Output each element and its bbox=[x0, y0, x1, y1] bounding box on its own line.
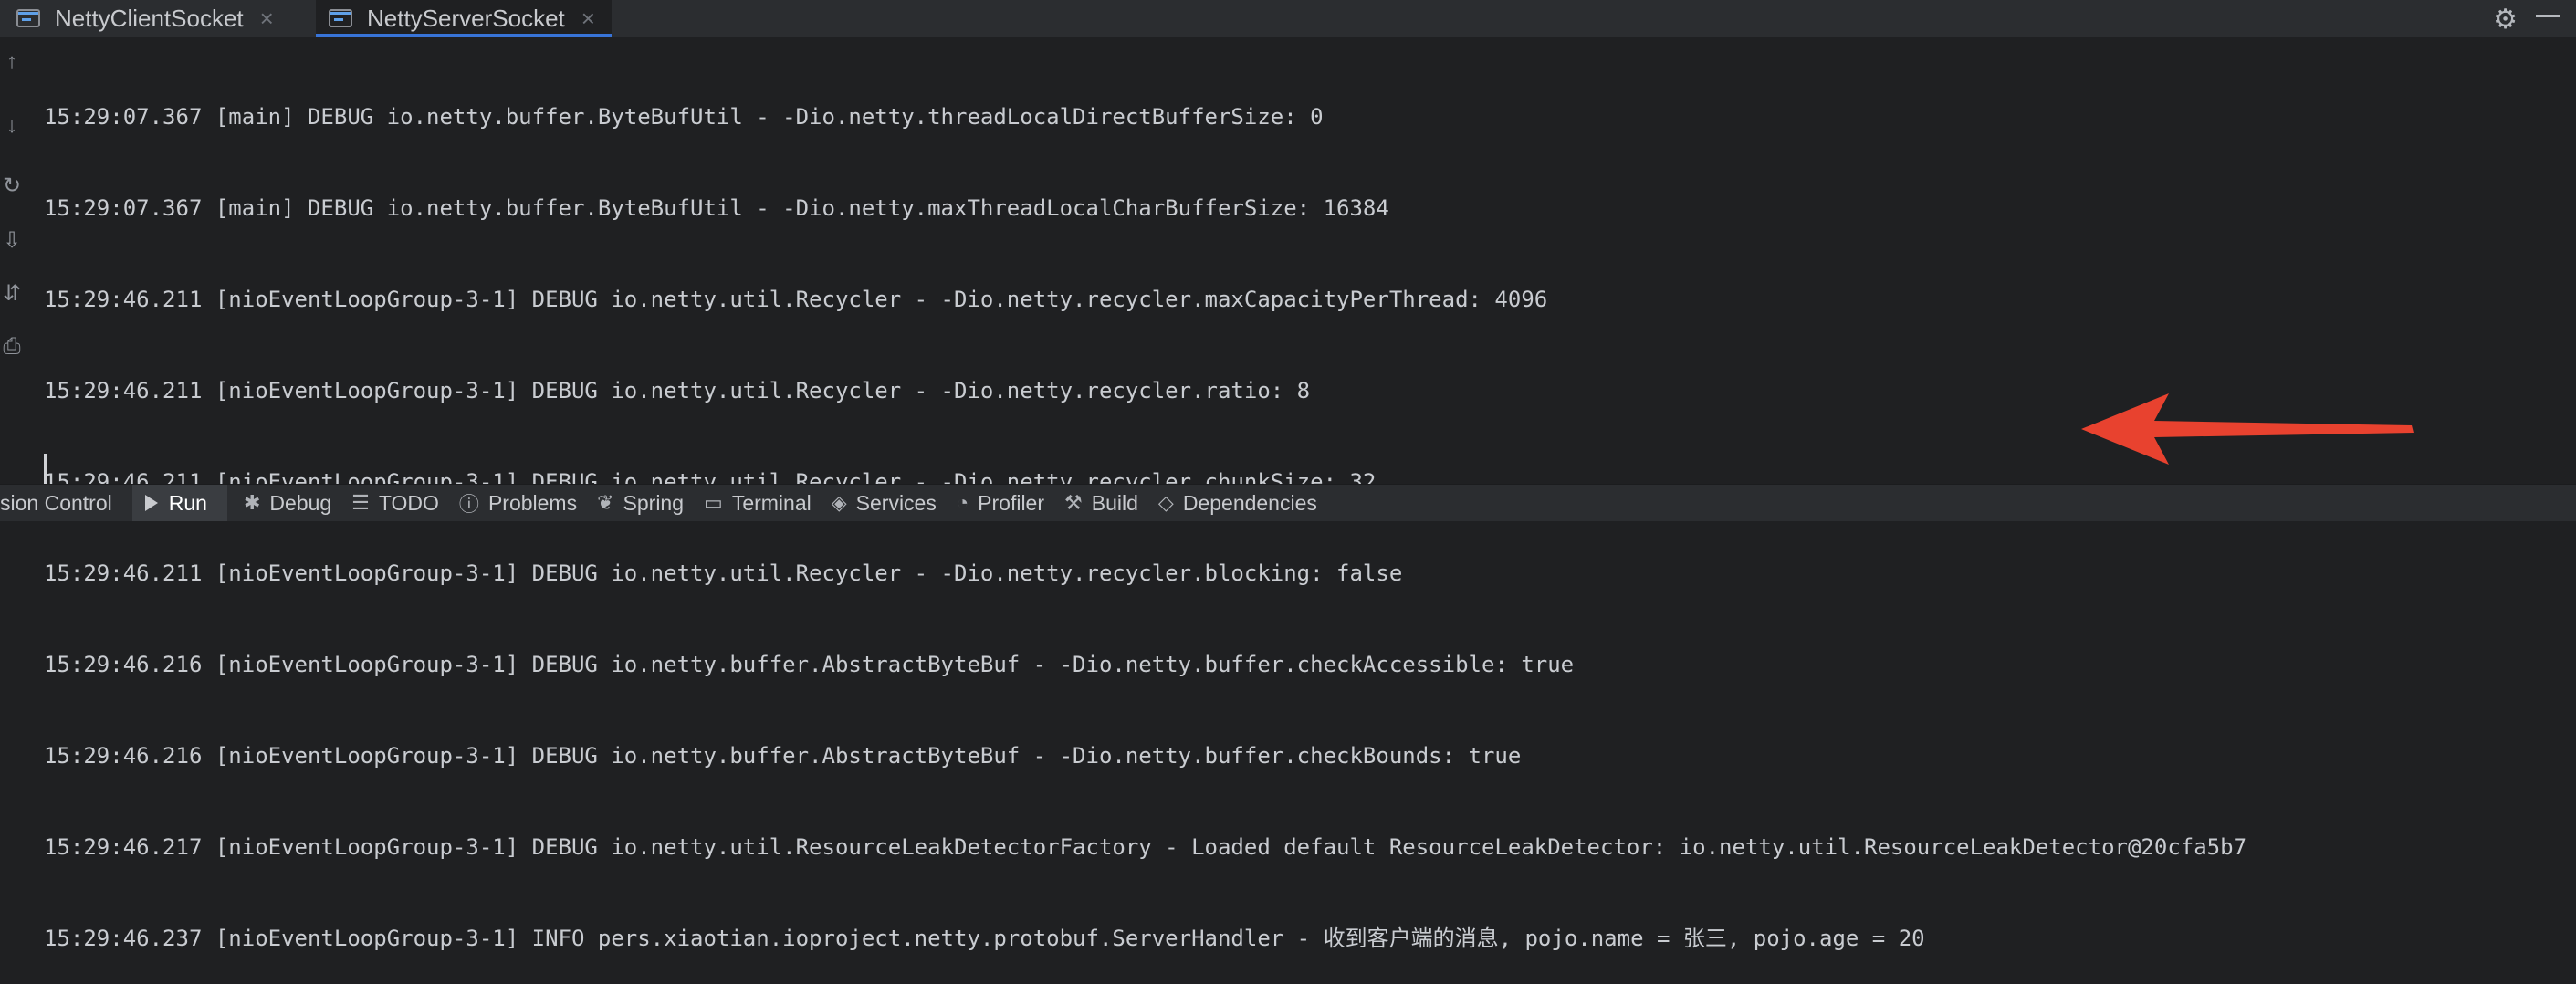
tool-spring[interactable]: ❦ Spring bbox=[597, 485, 704, 521]
tab-label: NettyServerSocket bbox=[367, 4, 565, 32]
soft-wrap-icon[interactable]: ↻ bbox=[0, 174, 24, 198]
window-icon bbox=[16, 7, 42, 29]
info-icon: ⓘ bbox=[458, 493, 479, 516]
log-line-highlighted: 15:29:46.237 [nioEventLoopGroup-3-1] INF… bbox=[44, 926, 1925, 951]
tool-label: Dependencies bbox=[1182, 490, 1317, 515]
services-icon: ◈ bbox=[831, 491, 847, 514]
text-cursor bbox=[44, 454, 47, 485]
tool-version-control[interactable]: sion Control bbox=[0, 485, 132, 521]
window-icon bbox=[329, 7, 354, 29]
tool-todo[interactable]: ☰ TODO bbox=[351, 485, 459, 521]
log-line: 15:29:46.211 [nioEventLoopGroup-3-1] DEB… bbox=[44, 287, 1548, 312]
tool-terminal[interactable]: ▭ Terminal bbox=[704, 485, 832, 521]
profiler-icon: ◔ bbox=[956, 491, 969, 514]
tab-netty-client-socket[interactable]: NettyClientSocket × bbox=[16, 0, 290, 37]
tool-label: Services bbox=[855, 490, 937, 515]
tool-dependencies[interactable]: ◇ Dependencies bbox=[1158, 485, 1337, 521]
tool-label: Problems bbox=[487, 490, 578, 515]
hammer-icon: ⚒ bbox=[1064, 491, 1083, 514]
gear-icon[interactable]: ⚙ bbox=[2493, 4, 2518, 36]
pin-icon[interactable]: ⇵ bbox=[0, 282, 24, 306]
tool-label: Terminal bbox=[731, 490, 812, 515]
terminal-icon: ▭ bbox=[704, 491, 723, 514]
log-line: 15:29:46.216 [nioEventLoopGroup-3-1] DEB… bbox=[44, 743, 1522, 769]
log-line: 15:29:07.367 [main] DEBUG io.netty.buffe… bbox=[44, 104, 1324, 130]
tool-build[interactable]: ⚒ Build bbox=[1064, 485, 1158, 521]
tool-profiler[interactable]: ◔ Profiler bbox=[957, 485, 1064, 521]
log-line: 15:29:07.367 [main] DEBUG io.netty.buffe… bbox=[44, 195, 1389, 221]
tool-services[interactable]: ◈ Services bbox=[832, 485, 957, 521]
log-line: 15:29:46.216 [nioEventLoopGroup-3-1] DEB… bbox=[44, 652, 1575, 677]
tool-run[interactable]: Run bbox=[131, 485, 227, 521]
tool-debug[interactable]: ✱ Debug bbox=[227, 485, 351, 521]
scroll-up-icon[interactable]: ↑ bbox=[0, 50, 24, 74]
log-line: 15:29:46.217 [nioEventLoopGroup-3-1] DEB… bbox=[44, 834, 2247, 860]
tool-label: Build bbox=[1091, 490, 1138, 515]
tool-label: Spring bbox=[623, 490, 685, 515]
bug-icon: ✱ bbox=[243, 491, 261, 514]
tab-label: NettyClientSocket bbox=[55, 4, 244, 32]
tool-label: Run bbox=[168, 490, 207, 515]
red-arrow-icon bbox=[2081, 388, 2428, 470]
scroll-down-icon[interactable]: ↓ bbox=[0, 114, 24, 138]
list-icon: ☰ bbox=[351, 491, 370, 514]
run-icon bbox=[144, 495, 158, 511]
print-icon[interactable]: ⎙ bbox=[0, 335, 24, 359]
tool-window-bar: sion Control Run ✱ Debug ☰ TODO ⓘ Proble… bbox=[0, 484, 2576, 521]
scroll-to-end-icon[interactable]: ⇩ bbox=[0, 229, 24, 253]
layers-icon: ◇ bbox=[1157, 491, 1174, 514]
tool-problems[interactable]: ⓘ Problems bbox=[459, 485, 597, 521]
tool-label: sion Control bbox=[0, 490, 112, 515]
close-icon[interactable]: × bbox=[581, 5, 595, 33]
tool-label: TODO bbox=[378, 490, 439, 515]
close-icon[interactable]: × bbox=[260, 5, 274, 33]
leaf-icon: ❦ bbox=[597, 491, 614, 514]
editor-tab-bar: NettyClientSocket × NettyServerSocket × … bbox=[0, 0, 2576, 37]
console-toolbar: ↑ ↓ ↻ ⇩ ⇵ ⎙ bbox=[0, 37, 26, 479]
minimize-icon[interactable] bbox=[2536, 15, 2560, 17]
tool-label: Debug bbox=[269, 490, 332, 515]
tool-label: Profiler bbox=[978, 490, 1045, 515]
tab-netty-server-socket[interactable]: NettyServerSocket × bbox=[316, 0, 612, 37]
log-line: 15:29:46.211 [nioEventLoopGroup-3-1] DEB… bbox=[44, 560, 1403, 586]
